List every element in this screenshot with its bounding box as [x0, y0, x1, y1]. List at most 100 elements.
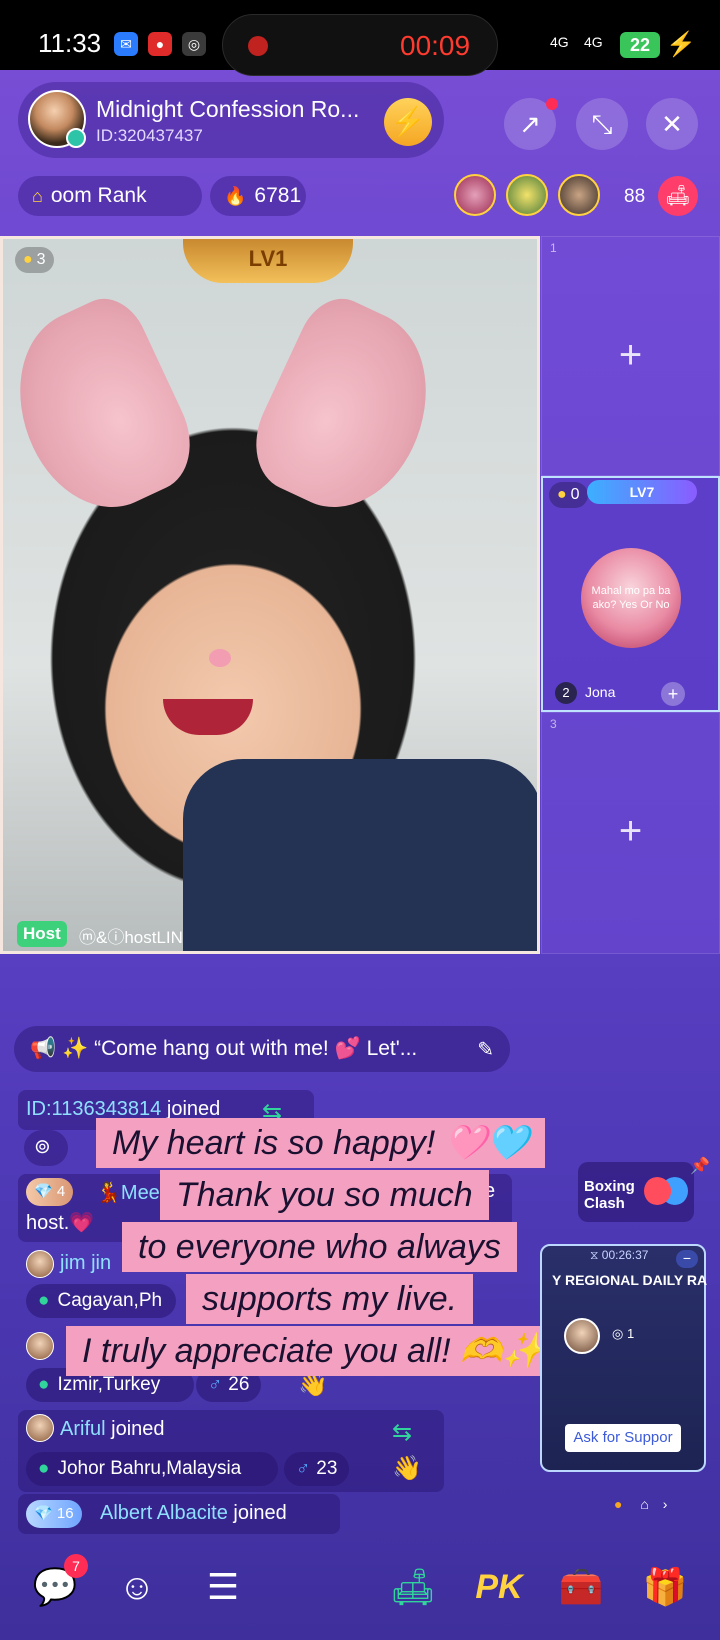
chat-avatar[interactable] — [26, 1332, 54, 1360]
network-icon: 4G — [550, 34, 569, 50]
daily-rank-value: ◎ 1 — [612, 1326, 635, 1341]
chevron-right-icon[interactable]: › — [663, 1496, 668, 1512]
seat-number: 3 — [550, 717, 557, 731]
battery-icon: 22 — [620, 32, 660, 58]
age-pill: ♂ 23 — [284, 1452, 350, 1486]
chat-join-text: joined — [233, 1502, 287, 1524]
minimize-button[interactable]: ⤡ — [576, 98, 628, 150]
treasure-box-button[interactable]: 🧰 — [556, 1562, 606, 1612]
home-icon[interactable]: ⌂ — [640, 1496, 648, 1512]
location-text: Izmir,Turkey — [57, 1374, 161, 1395]
seat-2[interactable]: ● 0 LV7 Mahal mo pa ba ako? Yes Or No 2 J… — [541, 476, 720, 712]
location-pill: ● Johor Bahru,Malaysia — [26, 1452, 278, 1486]
chat-join-message: Albert Albacite joined — [100, 1502, 287, 1525]
record-time: 00:09 — [400, 30, 471, 61]
emoji-button[interactable]: ☺ — [112, 1562, 162, 1612]
chat-user-name[interactable]: 💃Mee — [96, 1180, 160, 1205]
gift-level: 4 — [56, 1183, 66, 1200]
settings-icon[interactable]: ⊚ — [34, 1134, 51, 1159]
chat-badge: 7 — [64, 1554, 88, 1578]
seat-1[interactable]: 1 + — [541, 236, 720, 476]
add-seat-icon[interactable]: + — [542, 333, 719, 378]
cat-ear-filter — [3, 286, 209, 532]
megaphone-icon: 📢 — [30, 1037, 57, 1060]
edit-icon[interactable]: ✎ — [477, 1037, 494, 1062]
close-button[interactable]: ✕ — [646, 98, 698, 150]
coin-icon: ● — [23, 251, 33, 268]
level-badge: 💎 16 — [26, 1500, 82, 1528]
app-icon: ◎ — [182, 32, 206, 56]
chat-join-text: joined — [166, 1098, 221, 1120]
viewer-avatar[interactable] — [454, 174, 496, 216]
cat-ear-filter — [237, 286, 459, 532]
seat-button[interactable]: 🛋 — [388, 1562, 438, 1612]
pk-button[interactable]: PK — [474, 1562, 524, 1612]
seat-3[interactable]: 3 + — [541, 712, 720, 954]
sofa-icon[interactable]: 🛋 — [658, 176, 698, 216]
user-level: 16 — [56, 1505, 74, 1522]
male-icon: ♂ — [208, 1374, 223, 1395]
age-text: 23 — [316, 1458, 338, 1479]
daily-rank-number: 1 — [626, 1326, 635, 1341]
gift-button[interactable]: 🎁 — [640, 1562, 690, 1612]
coin-icon: ● — [557, 486, 567, 503]
chat-avatar[interactable] — [26, 1250, 54, 1278]
seat-coin-count: 0 — [570, 486, 580, 503]
seat-avatar[interactable]: Mahal mo pa ba ako? Yes Or No — [581, 548, 681, 648]
room-rank-label: oom Rank — [50, 184, 147, 207]
pin-icon[interactable]: 📌 — [690, 1156, 710, 1176]
viewer-count[interactable]: 88 — [624, 186, 645, 208]
location-pin-icon: ● — [38, 1290, 50, 1311]
boxing-clash-label: Boxing Clash — [584, 1178, 635, 1212]
host-level-badge: LV1 — [183, 239, 353, 283]
viewer-avatar[interactable] — [558, 174, 600, 216]
notification-dot — [546, 98, 558, 110]
room-rank-chip[interactable]: ⌂ oom Rank — [18, 176, 202, 216]
chat-text: host.💗 — [26, 1212, 95, 1234]
chat-join-text: joined — [111, 1418, 165, 1440]
gift-level-badge: 💎 4 — [26, 1178, 74, 1206]
male-icon: ♂ — [296, 1458, 311, 1479]
add-seat-icon[interactable]: + — [542, 809, 719, 854]
greet-icon[interactable]: ⇆ — [392, 1418, 412, 1447]
announcement-bar[interactable]: 📢 ✨ “Come hang out with me! 💕 Let'... ✎ — [14, 1026, 510, 1072]
record-dot-icon — [248, 36, 268, 56]
chat-user-id[interactable]: ID:1136343814 — [26, 1098, 161, 1120]
seat-number: 1 — [550, 241, 557, 255]
popularity-chip[interactable]: 🔥 6781 — [210, 176, 306, 216]
location-text: Cagayan,Ph — [57, 1290, 163, 1311]
location-text: Johor Bahru,Malaysia — [57, 1458, 242, 1479]
menu-button[interactable]: ☰ — [198, 1562, 248, 1612]
recorder-icon: ● — [148, 32, 172, 56]
host-coin-count: 3 — [36, 251, 46, 268]
seat-user-name[interactable]: Jona — [585, 684, 615, 700]
status-time: 11:33 — [38, 28, 102, 58]
location-pin-icon: ● — [38, 1374, 50, 1395]
daily-rank-timer-value: 00:26:37 — [601, 1248, 649, 1262]
collapse-button[interactable]: − — [676, 1250, 698, 1268]
caption-line: My heart is so happy! 🩷🩵 — [96, 1118, 546, 1168]
caption-line: to everyone who always — [122, 1222, 517, 1272]
mini-tools[interactable]: ● ⌂ › — [614, 1496, 667, 1512]
room-title: Midnight Confession Ro... — [96, 96, 360, 122]
flame-icon: 🔥 — [224, 185, 247, 206]
location-pill: ● Cagayan,Ph — [26, 1284, 176, 1318]
chat-user-name[interactable]: jim jin — [60, 1252, 111, 1275]
chat-user-name[interactable]: Albert Albacite — [100, 1502, 228, 1524]
ask-support-button[interactable]: Ask for Suppor — [565, 1424, 681, 1452]
host-video-panel[interactable]: LV1 ● 3 Host ⓜ&ⓘhostLIN — [0, 236, 540, 954]
host-coin-chip[interactable]: ● 3 — [15, 247, 54, 273]
age-text: 26 — [228, 1374, 250, 1395]
follow-flash-button[interactable]: ⚡ — [384, 98, 432, 146]
network-icon: 4G — [584, 34, 603, 50]
host-name[interactable]: ⓜ&ⓘhostLIN — [79, 923, 183, 948]
popularity-value: 6781 — [254, 184, 302, 207]
chat-join-message: Ariful joined — [60, 1418, 165, 1441]
viewer-avatar[interactable] — [506, 174, 548, 216]
home-icon: ⌂ — [32, 185, 43, 206]
caption-line: supports my live. — [186, 1274, 474, 1324]
chat-user-name[interactable]: Ariful — [60, 1418, 106, 1440]
wave-icon[interactable]: 👋 — [392, 1454, 422, 1483]
chat-avatar[interactable] — [26, 1414, 54, 1442]
follow-plus-icon[interactable]: + — [661, 682, 685, 706]
